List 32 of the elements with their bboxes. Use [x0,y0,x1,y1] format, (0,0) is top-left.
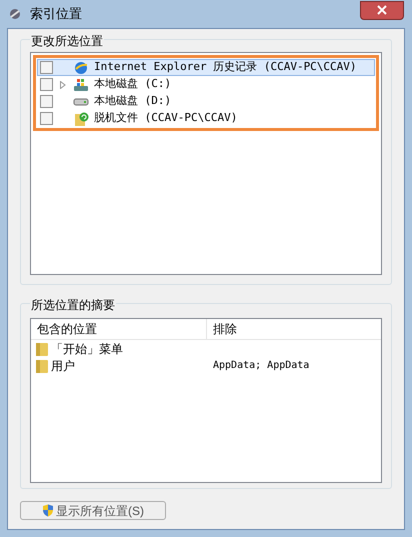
table-cell-text: 「开始」菜单 [51,340,123,358]
folder-icon [35,358,49,374]
checkbox[interactable] [40,112,53,125]
location-label: 本地磁盘 (D:) [94,93,172,110]
shield-icon [42,504,54,517]
group-label: 更改所选位置 [30,32,104,50]
checkbox[interactable] [40,95,53,108]
close-button[interactable] [360,0,404,20]
column-header[interactable]: 包含的位置 [31,319,207,339]
checkbox[interactable] [40,61,53,74]
window-title: 索引位置 [30,5,82,24]
drive-icon [73,76,89,92]
column-header[interactable]: 排除 [207,319,381,339]
location-row[interactable]: 本地磁盘 (D:) [37,93,375,110]
location-label: 脱机文件 (CCAV-PC\CCAV) [94,110,238,126]
globe-e-icon [73,60,89,76]
location-label: 本地磁盘 (C:) [94,76,172,92]
folder-icon [35,340,49,356]
close-icon [377,5,387,15]
app-icon [8,7,22,21]
expand-icon[interactable] [60,80,66,88]
drive-icon [73,98,89,106]
table-cell-text: AppData; AppData [212,359,310,373]
show-all-button[interactable]: 显示所有位置(S) [20,501,166,520]
table-cell-text: 用户 [51,358,75,374]
checkbox[interactable] [40,78,53,91]
group-label: 所选位置的摘要 [30,296,116,314]
location-row[interactable]: 本地磁盘 (C:) [37,76,375,93]
location-label: Internet Explorer 历史记录 (CCAV-PC\CCAV) [94,59,357,76]
folder-sync-icon [73,110,89,126]
location-row[interactable]: 脱机文件 (CCAV-PC\CCAV) [37,110,375,127]
location-row[interactable]: Internet Explorer 历史记录 (CCAV-PC\CCAV) [37,59,375,76]
